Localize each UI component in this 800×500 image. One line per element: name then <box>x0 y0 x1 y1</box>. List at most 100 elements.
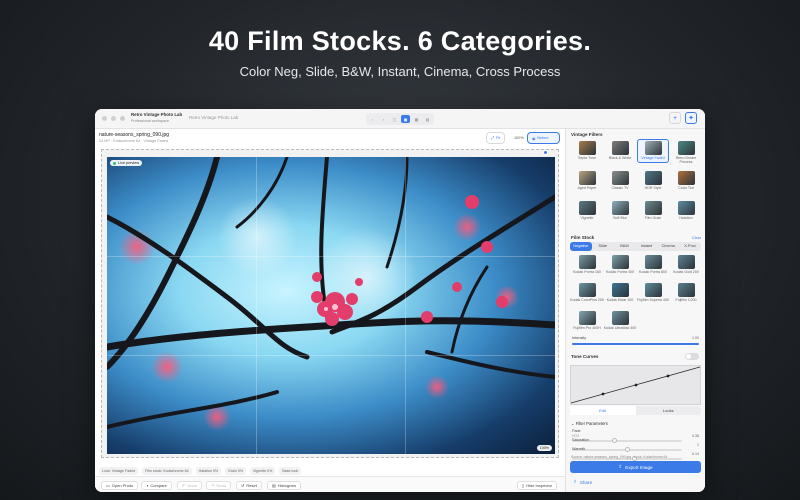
film-tab[interactable]: B&W <box>614 242 636 251</box>
redo-button[interactable]: ↷ Redo <box>206 481 231 490</box>
photo-icon: ▭ <box>106 483 110 488</box>
hide-inspector-label: Hide Inspector <box>526 483 552 488</box>
share-button[interactable]: ⇧ Share <box>573 479 592 485</box>
view-mode-option[interactable]: ▤ <box>423 115 432 123</box>
close-button[interactable] <box>102 116 107 121</box>
photo-preview[interactable]: Live preview 100% <box>107 157 555 454</box>
clear-button[interactable]: Clear <box>692 236 701 240</box>
param-label: Warmth <box>572 447 586 451</box>
filter-thumbnail[interactable] <box>612 283 629 297</box>
compare-icon: ◑ <box>146 483 149 488</box>
fit-icon: ⤢ <box>491 136 495 140</box>
hide-inspector-button[interactable]: ▯ Hide Inspector <box>517 481 557 490</box>
film-tab[interactable]: Negative <box>570 242 592 251</box>
document-filename: nature-seasons_spring_090.jpg <box>99 132 170 138</box>
redo-icon: ↷ <box>211 483 215 488</box>
share-label: Share <box>579 479 593 485</box>
tone-curves-heading: Tone Curves <box>571 354 599 359</box>
tone-curves-toggle[interactable] <box>685 353 699 360</box>
view-mode-control[interactable]: ‹ › ▢ ▣ ▦ ▤ <box>366 113 434 125</box>
bottom-toolbar: ▭ Open Photo ◑ Compare ↶ Undo ↷ Redo ↺ Reset … <box>95 476 565 492</box>
window-controls[interactable] <box>102 116 125 121</box>
view-mode-option[interactable]: ▢ <box>390 115 399 123</box>
fit-label: Fit <box>496 136 501 140</box>
view-mode-option[interactable]: ▦ <box>412 115 421 123</box>
app-window: Retro Vintage Photo Lab Professional wor… <box>95 109 705 492</box>
filter-thumbnail[interactable] <box>678 255 695 269</box>
grid-line <box>107 256 555 257</box>
view-mode-option[interactable]: › <box>379 115 388 123</box>
grid-line <box>107 355 555 356</box>
look-chip: Look: Vintage Faded <box>99 467 139 475</box>
title-bar: Retro Vintage Photo Lab Professional wor… <box>95 109 705 129</box>
histogram-button[interactable]: ▤ Histogram <box>267 481 302 490</box>
filter-thumbnail[interactable] <box>612 171 629 185</box>
filter-thumbnail[interactable] <box>678 141 695 155</box>
grid-line <box>405 157 406 454</box>
histogram-icon: ▤ <box>272 483 276 488</box>
filter-thumbnail[interactable] <box>612 201 629 215</box>
app-name: Retro Vintage Photo Lab <box>131 112 183 117</box>
view-mode-option[interactable]: ▣ <box>401 115 410 123</box>
filter-thumbnail[interactable] <box>645 283 662 297</box>
filter-thumbnail[interactable] <box>579 201 596 215</box>
filter-thumbnail[interactable] <box>645 171 662 185</box>
add-icon[interactable]: + <box>669 112 681 124</box>
intensity-slider[interactable] <box>572 343 699 345</box>
open-photo-button[interactable]: ▭ Open Photo <box>101 481 139 490</box>
filter-thumbnail[interactable] <box>678 283 695 297</box>
filter-thumbnail[interactable] <box>579 255 596 269</box>
film-tab[interactable]: X-Proc <box>679 242 701 251</box>
filter-parameters-label: Filter Parameters <box>575 421 608 426</box>
filter-label: HDR Style <box>644 186 662 190</box>
filter-thumbnail[interactable] <box>612 255 629 269</box>
zoom-level: 100% <box>514 136 524 140</box>
slider-knob[interactable] <box>624 447 630 452</box>
inspector-panel: Vintage Filters Sepia Tone Black & White V… <box>565 129 705 492</box>
filter-label: Vignette <box>580 216 594 220</box>
before-button[interactable]: ◉ Before <box>527 132 560 144</box>
intensity-value: 1.00 <box>692 336 699 340</box>
filter-thumbnail[interactable] <box>645 201 662 215</box>
filter-thumbnail[interactable] <box>579 283 596 297</box>
param-slider[interactable] <box>572 447 682 452</box>
view-mode-option[interactable]: ‹ <box>368 115 377 123</box>
filter-label: Sepia Tone <box>578 156 596 160</box>
filter-thumbnail[interactable] <box>579 311 596 325</box>
filter-thumbnail[interactable] <box>579 171 596 185</box>
zoom-button[interactable] <box>120 116 125 121</box>
tab-looks[interactable]: Looks <box>636 406 702 415</box>
filter-thumbnail[interactable] <box>612 141 629 155</box>
filter-parameters-heading[interactable]: ⌄ Filter Parameters <box>571 421 608 426</box>
curve-tabs: Edit Looks <box>570 406 701 415</box>
slider-knob[interactable] <box>611 438 617 443</box>
film-tab[interactable]: Slide <box>592 242 614 251</box>
filter-thumbnail[interactable] <box>579 141 596 155</box>
crop-handle[interactable] <box>543 150 548 155</box>
fit-button[interactable]: ⤢ Fit <box>486 132 506 144</box>
minimize-button[interactable] <box>111 116 116 121</box>
filter-thumbnail[interactable] <box>678 171 695 185</box>
film-tab[interactable]: Cinema <box>657 242 679 251</box>
export-label: Export Image <box>625 464 653 470</box>
filter-thumbnail[interactable] <box>645 255 662 269</box>
tab-edit[interactable]: Edit <box>570 406 636 415</box>
filter-label: Fujifilm Superia 400 <box>637 298 669 302</box>
filter-thumbnail[interactable] <box>612 311 629 325</box>
live-preview-badge: Live preview <box>110 160 143 166</box>
filter-label: Soft Blur <box>613 216 627 220</box>
look-chip: Base look <box>279 467 302 475</box>
filter-thumbnail[interactable] <box>678 201 695 215</box>
undo-button[interactable]: ↶ Undo <box>177 481 202 490</box>
export-image-button[interactable]: ⇪ Export Image <box>570 461 701 473</box>
compare-button[interactable]: ◑ Compare <box>141 481 172 490</box>
window-title: Retro Vintage Photo Lab <box>189 115 239 120</box>
histogram-label: Histogram <box>277 483 297 488</box>
film-tab[interactable]: Instant <box>635 242 657 251</box>
filter-label: Fujifilm Pro 400H <box>573 326 601 330</box>
filter-thumbnail[interactable] <box>645 141 662 155</box>
filter-label: Kodak Gold 200 <box>673 270 699 274</box>
tone-curve-editor[interactable] <box>570 365 701 405</box>
inspector-toggle-icon[interactable]: ✦ <box>685 112 697 124</box>
reset-button[interactable]: ↺ Reset <box>236 481 262 490</box>
